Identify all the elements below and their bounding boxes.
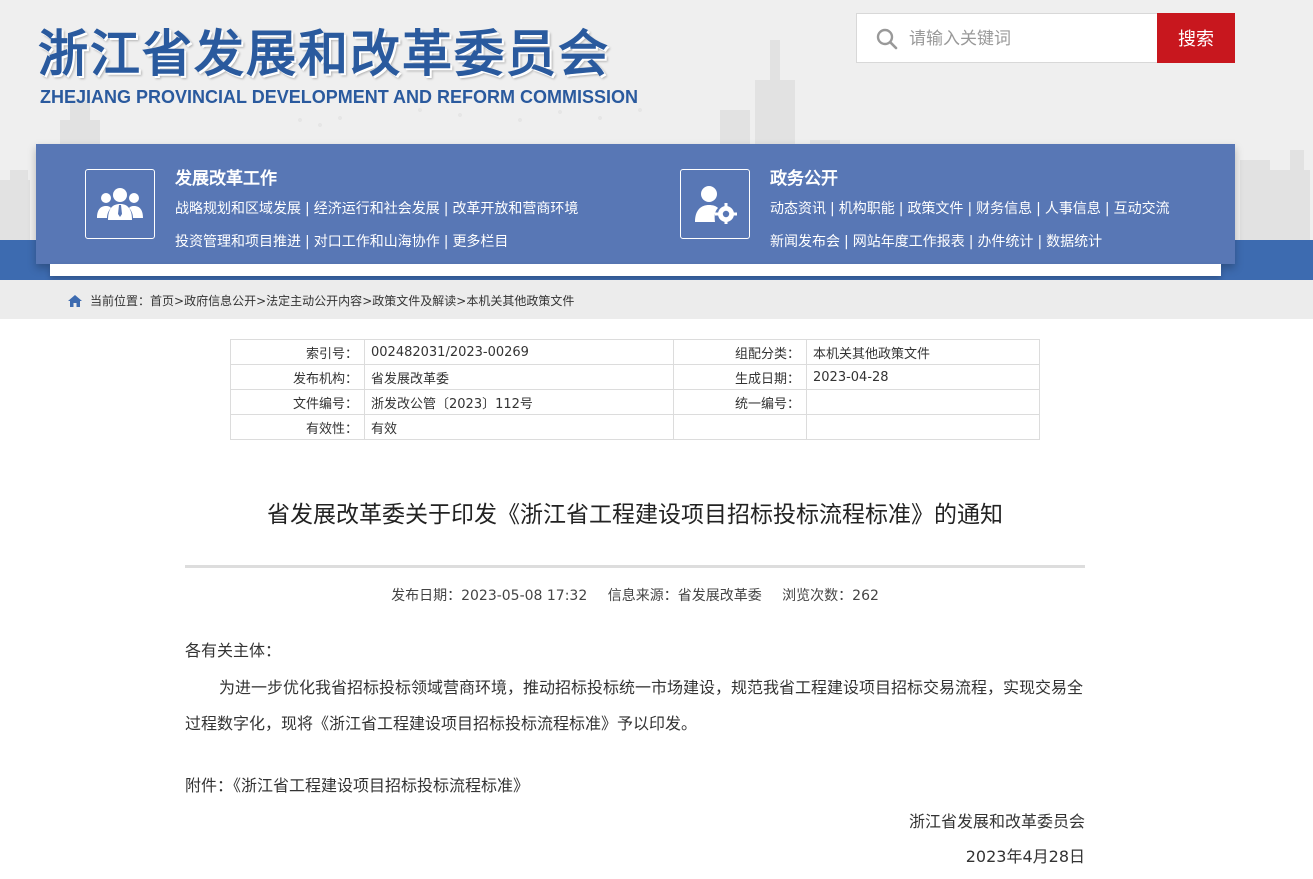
nav-panel-shadow-strip — [50, 264, 1221, 276]
info-value — [806, 389, 1040, 415]
info-value: 002482031/2023-00269 — [364, 339, 674, 365]
breadcrumb-separator: > — [362, 293, 373, 308]
nav-separator: | — [1037, 234, 1043, 250]
nav-link-interaction[interactable]: 互动交流 — [1114, 201, 1170, 217]
nav-link-more-columns[interactable]: 更多栏目 — [452, 234, 508, 250]
info-value: 省发展改革委 — [364, 364, 674, 390]
search-input[interactable] — [909, 24, 1149, 54]
breadcrumb-item-other-policy[interactable]: 本机关其他政策文件 — [466, 292, 574, 309]
nav-link-personnel[interactable]: 人事信息 — [1045, 201, 1101, 217]
info-source: 信息来源：省发展改革委 — [607, 588, 762, 604]
nav-link-data-statistics[interactable]: 数据统计 — [1046, 234, 1102, 250]
article-attachment-link[interactable]: 附件：《浙江省工程建设项目招标投标流程标准》 — [185, 772, 1085, 796]
home-icon — [68, 294, 82, 307]
breadcrumb-item-home[interactable]: 首页 — [150, 292, 174, 309]
publish-date: 发布日期：2023-05-08 17:32 — [391, 588, 588, 604]
nav-link-press-conference[interactable]: 新闻发布会 — [770, 234, 840, 250]
breadcrumb-separator: > — [256, 293, 267, 308]
nav-separator: | — [967, 201, 973, 217]
info-value: 有效 — [364, 414, 674, 440]
info-key: 统一编号： — [673, 389, 807, 415]
nav-separator: | — [305, 234, 310, 250]
nav-separator: | — [898, 201, 904, 217]
article-meta: 发布日期：2023-05-08 17:32 信息来源：省发展改革委 浏览次数：2… — [185, 585, 1085, 605]
nav-separator: | — [443, 201, 449, 217]
nav-separator: | — [830, 201, 835, 217]
nav-links-development-row2: 投资管理和项目推进 | 对口工作和山海协作 | 更多栏目 — [175, 231, 508, 251]
breadcrumb-separator: > — [174, 293, 185, 308]
breadcrumb-separator: > — [456, 293, 467, 308]
nav-link-investment[interactable]: 投资管理和项目推进 — [175, 234, 301, 250]
breadcrumb-item-policy[interactable]: 政策文件及解读 — [372, 292, 456, 309]
info-key — [673, 414, 807, 440]
info-key: 生成日期： — [673, 364, 807, 390]
nav-title-government-affairs[interactable]: 政务公开 — [770, 164, 838, 189]
nav-link-counterpart-work[interactable]: 对口工作和山海协作 — [314, 234, 440, 250]
title-divider — [185, 565, 1085, 568]
nav-link-policy-docs[interactable]: 政策文件 — [907, 201, 963, 217]
nav-separator: | — [968, 234, 974, 250]
info-value — [806, 414, 1040, 440]
article-greeting: 各有关主体： — [185, 641, 282, 660]
table-row: 发布机构： 省发展改革委 生成日期： 2023-04-28 — [230, 364, 1040, 390]
breadcrumb-item-statutory[interactable]: 法定主动公开内容 — [266, 292, 362, 309]
article-title: 省发展改革委关于印发《浙江省工程建设项目招标投标流程标准》的通知 — [267, 502, 1003, 528]
search-box: 搜索 — [856, 13, 1235, 63]
nav-links-government-row2: 新闻发布会 | 网站年度工作报表 | 办件统计 | 数据统计 — [770, 231, 1102, 251]
search-button[interactable]: 搜索 — [1157, 13, 1235, 63]
table-row: 有效性： 有效 — [230, 414, 1040, 440]
breadcrumb: 当前位置： 首页 > 政府信息公开 > 法定主动公开内容 > 政策文件及解读 >… — [0, 280, 1313, 319]
nav-separator: | — [844, 234, 849, 250]
nav-title-development[interactable]: 发展改革工作 — [175, 164, 277, 189]
nav-links-government-row1: 动态资讯 | 机构职能 | 政策文件 | 财务信息 | 人事信息 | 互动交流 — [770, 198, 1170, 218]
nav-link-economic-operation[interactable]: 经济运行和社会发展 — [314, 201, 440, 217]
article-paragraph: 为进一步优化我省招标投标领域营商环境，推动招标投标统一市场建设，规范我省工程建设… — [185, 678, 1084, 733]
info-key: 索引号： — [230, 339, 365, 365]
nav-link-reform-opening[interactable]: 改革开放和营商环境 — [452, 201, 578, 217]
search-icon — [876, 28, 898, 50]
info-key: 文件编号： — [230, 389, 365, 415]
info-value: 本机关其他政策文件 — [806, 339, 1040, 365]
site-logo-title[interactable]: 浙江省发展和改革委员会 — [38, 14, 610, 86]
nav-link-case-statistics[interactable]: 办件统计 — [977, 234, 1033, 250]
breadcrumb-prefix: 当前位置： — [90, 294, 151, 308]
info-value: 2023-04-28 — [806, 364, 1040, 390]
table-row: 文件编号： 浙发改公管〔2023〕112号 统一编号： — [230, 389, 1040, 415]
site-logo-subtitle: ZHEJIANG PROVINCIAL DEVELOPMENT AND REFO… — [40, 87, 639, 107]
main-nav-panel: 发展改革工作 战略规划和区域发展 | 经济运行和社会发展 | 改革开放和营商环境 投资管… — [36, 144, 1235, 276]
nav-link-news[interactable]: 动态资讯 — [770, 201, 826, 217]
site-header: 浙江省发展和改革委员会 ZHEJIANG PROVINCIAL DEVELOPM… — [0, 0, 1313, 280]
view-count: 浏览次数：262 — [782, 588, 879, 604]
info-key: 有效性： — [230, 414, 365, 440]
nav-separator: | — [1104, 201, 1110, 217]
table-row: 索引号： 002482031/2023-00269 组配分类： 本机关其他政策文… — [230, 339, 1040, 365]
article-signature: 浙江省发展和改革委员会 — [908, 812, 1085, 831]
nav-link-strategy-planning[interactable]: 战略规划和区域发展 — [175, 201, 301, 217]
document-info-table: 索引号： 002482031/2023-00269 组配分类： 本机关其他政策文… — [230, 339, 1040, 440]
info-key: 发布机构： — [230, 364, 365, 390]
info-value: 浙发改公管〔2023〕112号 — [364, 389, 674, 415]
nav-link-annual-report[interactable]: 网站年度工作报表 — [853, 234, 965, 250]
nav-link-finance[interactable]: 财务信息 — [976, 201, 1032, 217]
nav-separator: | — [1036, 201, 1041, 217]
info-key: 组配分类： — [673, 339, 807, 365]
nav-separator: | — [305, 201, 310, 217]
nav-links-development-row1: 战略规划和区域发展 | 经济运行和社会发展 | 改革开放和营商环境 — [175, 198, 578, 218]
user-gear-icon — [680, 169, 750, 239]
people-group-icon — [85, 169, 155, 239]
breadcrumb-item-gov-info[interactable]: 政府信息公开 — [184, 292, 256, 309]
nav-separator: | — [443, 234, 449, 250]
article-date: 2023年4月28日 — [965, 847, 1085, 866]
nav-link-functions[interactable]: 机构职能 — [839, 201, 895, 217]
